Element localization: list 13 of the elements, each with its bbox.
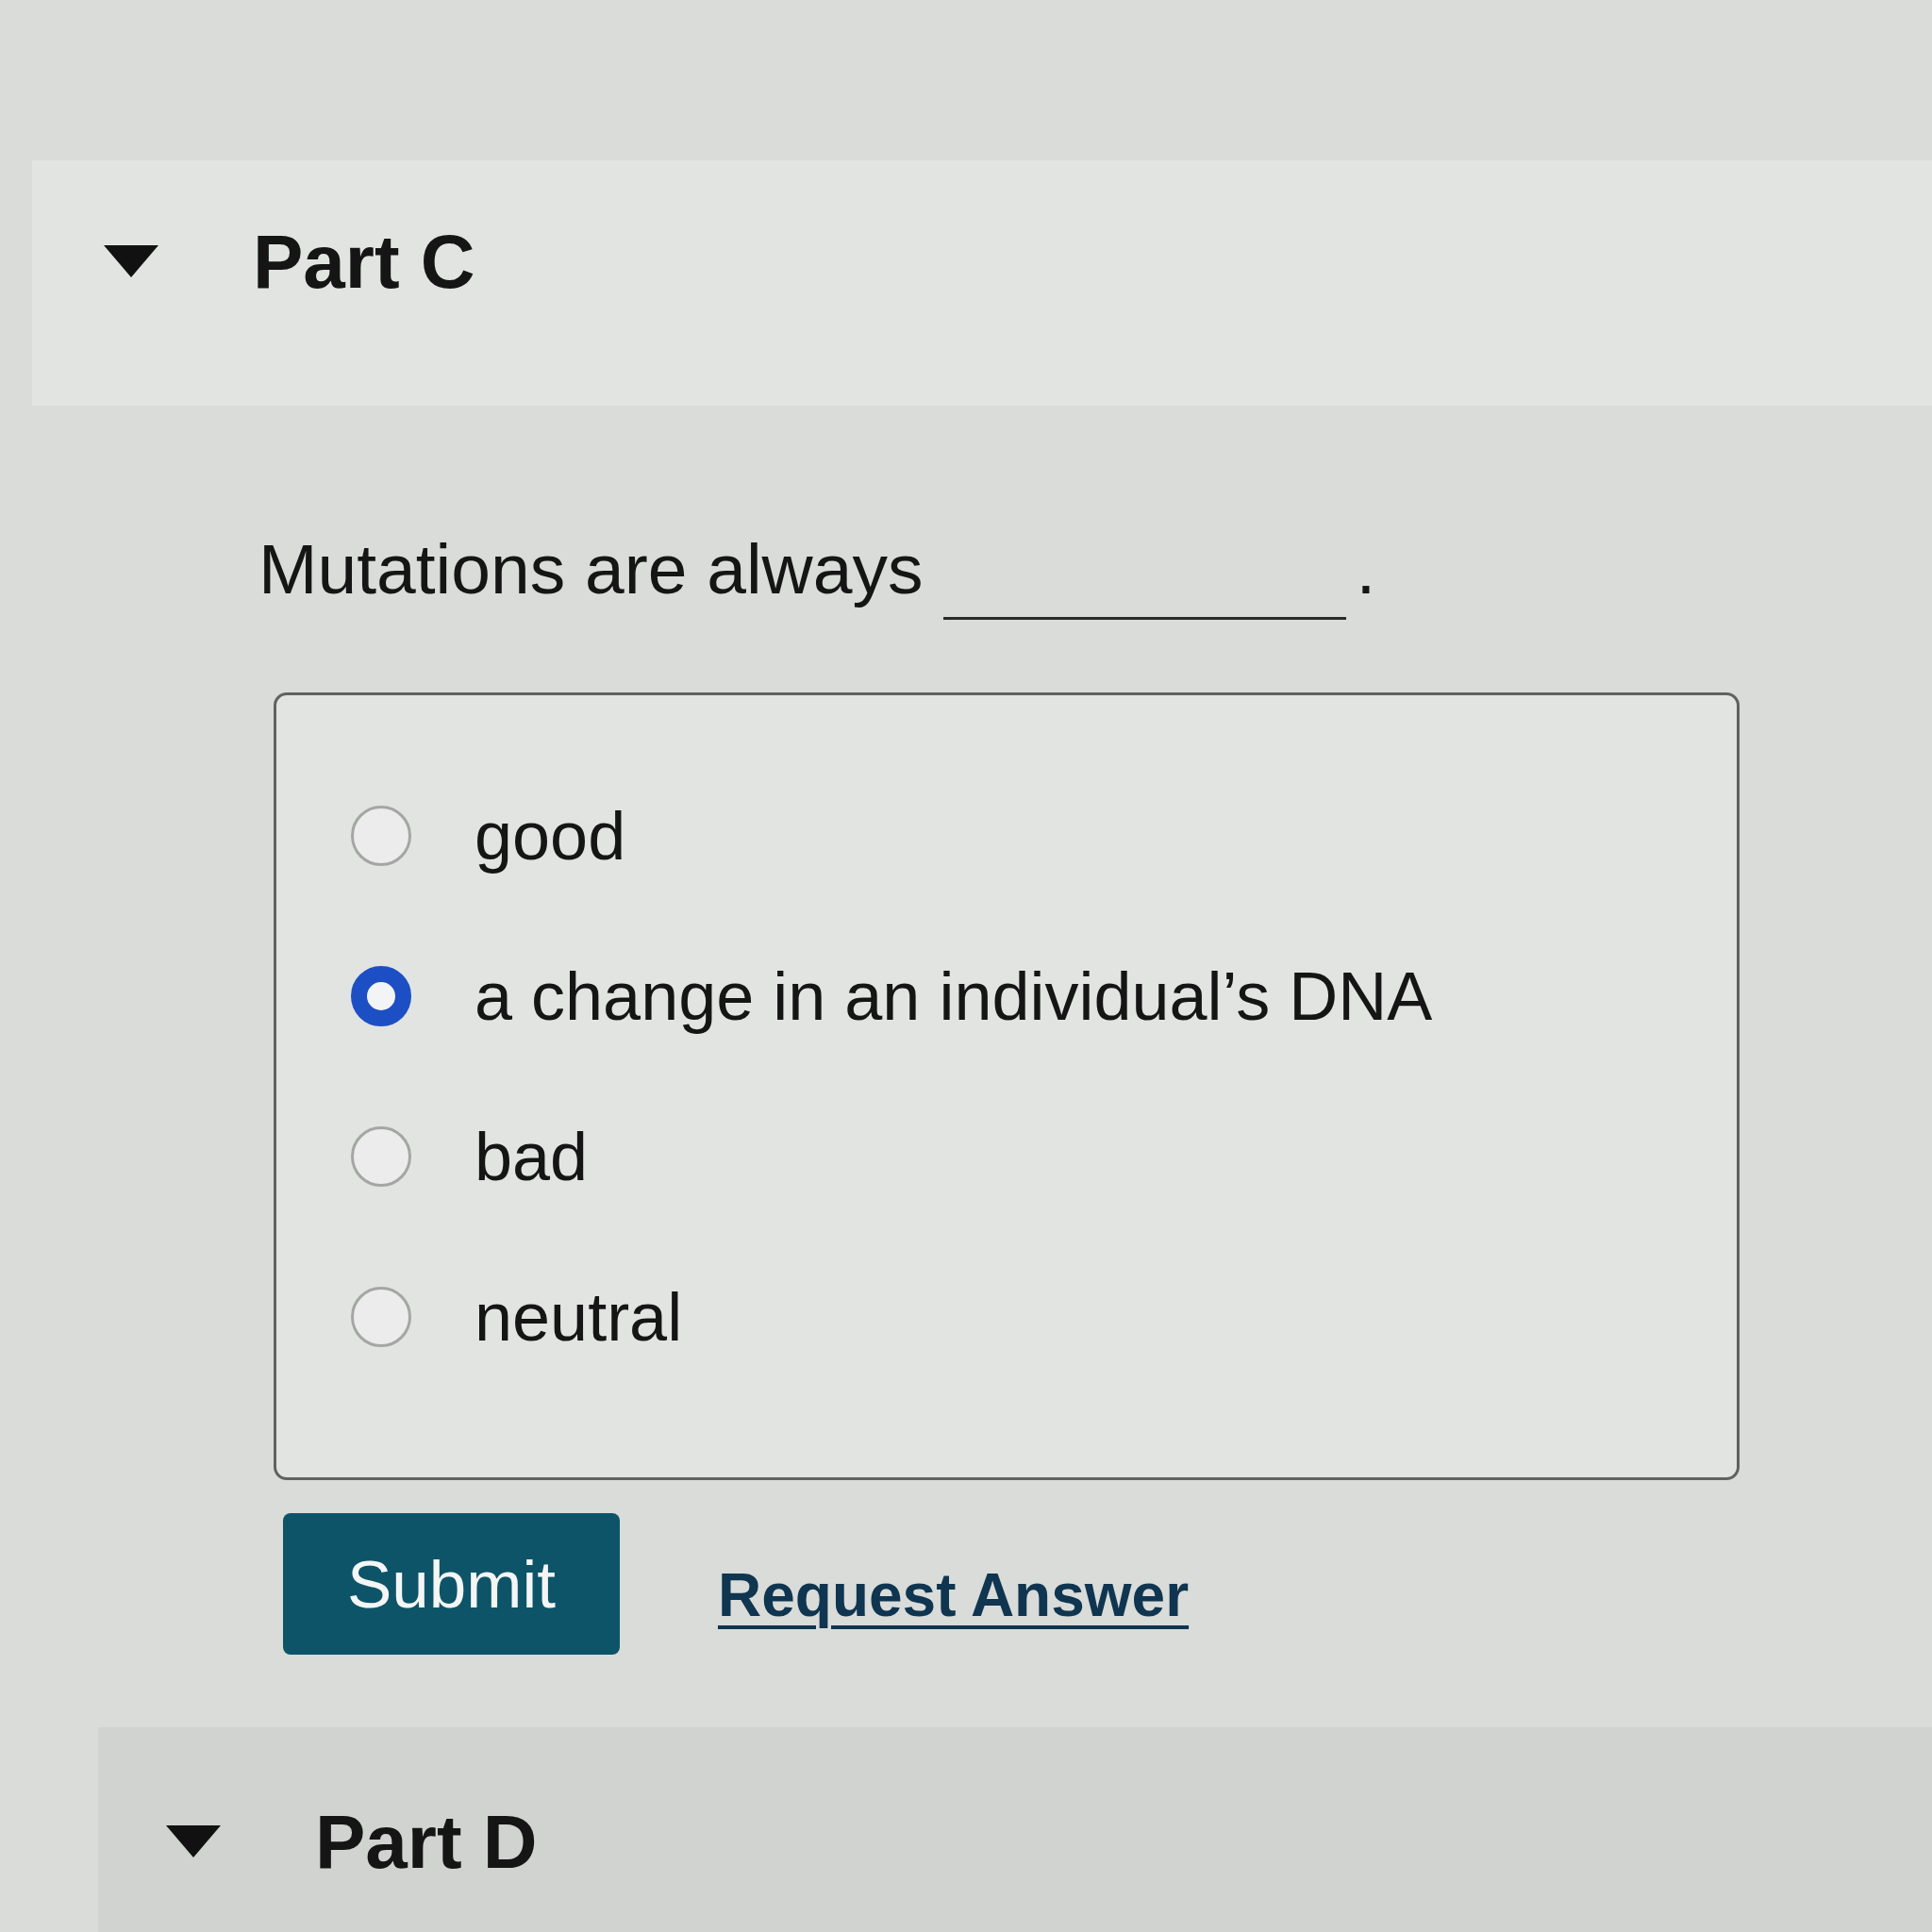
part-header-bar[interactable]: Part D — [98, 1727, 1932, 1932]
part-title: Part D — [315, 1803, 538, 1882]
option-label[interactable]: a change in an individual’s DNA — [475, 956, 1433, 1037]
question-text: Mutations are always — [258, 529, 924, 608]
part-header-bar[interactable]: Part C — [32, 160, 1932, 406]
request-answer-link[interactable]: Request Answer — [718, 1560, 1190, 1630]
submit-button[interactable]: Submit — [283, 1513, 620, 1655]
part-title: Part C — [253, 223, 475, 302]
radio-button[interactable] — [351, 966, 411, 1026]
option-label[interactable]: neutral — [475, 1276, 683, 1357]
question-text: . — [1356, 529, 1376, 608]
option-label[interactable]: good — [475, 795, 626, 876]
option-label[interactable]: bad — [475, 1116, 589, 1197]
